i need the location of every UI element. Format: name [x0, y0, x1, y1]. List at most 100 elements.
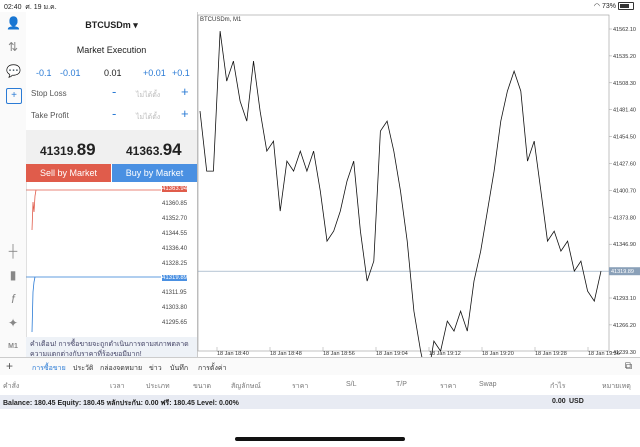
tab-history[interactable]: ประวัติ	[73, 363, 93, 374]
price-chart-svg: BTCUSDm, M1 41562.10 41535.20 41508.30 4148…	[197, 14, 640, 357]
mini-tick-label: 41344.55	[162, 230, 188, 237]
tab-mailbox[interactable]: กล่องจดหมาย	[100, 363, 142, 374]
mini-tick-label: 41352.70	[162, 215, 188, 222]
y-tick-label: 41373.80	[613, 215, 636, 221]
symbol-selector[interactable]: BTCUSDm ▾	[26, 20, 197, 31]
col-size: ขนาด	[193, 383, 212, 390]
bid-price-big: 89	[76, 140, 96, 159]
col-time: เวลา	[110, 383, 125, 390]
mini-tick-label: 41336.40	[162, 245, 188, 252]
indicator-icon[interactable]: f	[6, 292, 20, 306]
y-tick-label: 41535.20	[613, 54, 636, 60]
chat-icon[interactable]: 💬	[6, 64, 21, 78]
bid-price-main: 41319.	[40, 144, 77, 158]
mini-tick-chart: 41363.94 41360.85 41352.70 41344.55 41336.40…	[26, 182, 197, 337]
volume-value[interactable]: 0.01	[104, 68, 122, 78]
mini-tick-label: 41328.25	[162, 260, 188, 267]
col-type: ประเภท	[146, 383, 170, 390]
col-symbol: สัญลักษณ์	[231, 383, 261, 390]
order-panel: BTCUSDm ▾ Market Execution -0.1 -0.01 0.…	[26, 12, 198, 369]
new-order-icon[interactable]: +	[6, 88, 22, 104]
y-tick-label: 41562.10	[613, 27, 636, 33]
col-price: ราคา	[292, 383, 309, 390]
stop-loss-label: Stop Loss	[31, 89, 67, 98]
col-order: คำสั่ง	[3, 383, 20, 390]
candlestick-icon[interactable]: ▮	[6, 268, 20, 282]
ask-tick-trace	[31, 189, 37, 231]
chart-frame	[197, 14, 610, 352]
volume-inc-small-button[interactable]: +0.01	[143, 68, 166, 78]
plus-icon[interactable]: +	[6, 359, 13, 373]
execution-type[interactable]: Market Execution	[26, 45, 197, 55]
col-profit: กำไร	[550, 383, 566, 390]
mini-tick-label: 41319.89	[162, 275, 188, 282]
tab-news[interactable]: ข่าว	[149, 363, 162, 374]
y-tick-label: 41346.90	[613, 242, 636, 248]
mini-tick-label: 41360.85	[162, 200, 188, 207]
take-profit-plus-button[interactable]: +	[181, 106, 189, 121]
price-display: 41319.89 41363.94	[26, 130, 197, 164]
bid-price-tag-label: 41319.89	[611, 269, 634, 275]
left-toolbar: 👤 ⇅ 💬 + ┼ ▮ f ✦ M1	[0, 12, 27, 357]
stop-loss-plus-button[interactable]: +	[181, 84, 189, 99]
y-tick-label: 41454.50	[613, 135, 636, 141]
tab-settings[interactable]: การตั้งค่า	[198, 363, 227, 374]
stop-loss-minus-button[interactable]: -	[112, 84, 116, 99]
status-time: 02:40	[4, 4, 22, 11]
tab-journal[interactable]: บันทึก	[170, 363, 188, 374]
col-comment: หมายเหตุ	[602, 383, 631, 390]
mini-tick-label: 41295.65	[162, 320, 188, 327]
x-axis-ticks: 18 Jan 18:40 18 Jan 18:48 18 Jan 18:56 18 J…	[216, 347, 620, 357]
timeframe-icon[interactable]: M1	[6, 340, 20, 354]
take-profit-minus-button[interactable]: -	[112, 106, 116, 121]
volume-inc-large-button[interactable]: +0.1	[172, 68, 190, 78]
triangle-down-icon: ▾	[133, 20, 138, 30]
account-icon[interactable]: 👤	[6, 16, 21, 30]
layout-icon[interactable]: ⧉	[625, 361, 632, 372]
symbol-label: BTCUSDm	[85, 20, 131, 30]
trade-arrows-icon[interactable]: ⇅	[6, 40, 20, 54]
take-profit-label: Take Profit	[31, 111, 69, 120]
battery-percent: 73%	[601, 3, 616, 10]
balance-summary: Balance: 180.45 Equity: 180.45 หลักประกั…	[3, 400, 239, 407]
battery-icon	[618, 2, 634, 11]
total-profit: 0.00	[552, 398, 566, 405]
ask-price-big: 94	[162, 140, 182, 159]
y-tick-label: 41266.20	[613, 323, 636, 329]
bid-tick-trace	[31, 276, 36, 333]
mini-tick-label: 41311.95	[162, 290, 187, 297]
ask-price-main: 41363.	[126, 144, 163, 158]
bid-price: 41319.89	[40, 140, 96, 160]
col-tp: T/P	[396, 381, 407, 388]
take-profit-input[interactable]: ไม่ได้ตั้ง	[136, 112, 160, 123]
objects-icon[interactable]: ✦	[6, 316, 20, 330]
y-tick-label: 41427.60	[613, 162, 636, 168]
balance-row: Balance: 180.45 Equity: 180.45 หลักประกั…	[0, 395, 640, 409]
mini-tick-label: 41363.94	[162, 186, 188, 192]
trade-table-header: คำสั่ง เวลา ประเภท ขนาด สัญลักษณ์ ราคา S…	[0, 375, 640, 395]
price-chart[interactable]: BTCUSDm, M1 41562.10 41535.20 41508.30 4148…	[197, 12, 640, 357]
chart-title: BTCUSDm, M1	[200, 17, 242, 23]
sell-button[interactable]: Sell by Market	[26, 164, 111, 182]
status-date: ศ. 19 ม.ค.	[25, 4, 57, 11]
y-tick-label: 41481.40	[613, 108, 636, 114]
stop-loss-input[interactable]: ไม่ได้ตั้ง	[136, 90, 160, 101]
y-tick-label: 41508.30	[613, 81, 636, 87]
home-indicator	[235, 437, 405, 441]
currency: USD	[569, 398, 584, 405]
price-line	[199, 31, 602, 357]
col-sl: S/L	[346, 381, 357, 388]
tab-trade[interactable]: การซื้อขาย	[32, 363, 66, 374]
status-right: ◠ 73%	[594, 2, 634, 11]
mini-tick-label: 41303.80	[162, 305, 188, 312]
terminal-tabs: + การซื้อขาย ประวัติ กล่องจดหมาย ข่าว บั…	[0, 357, 640, 377]
y-tick-label: 41293.10	[613, 296, 636, 302]
y-tick-label: 41400.70	[613, 188, 636, 194]
y-axis-ticks: 41562.10 41535.20 41508.30 41481.40 41454.50…	[609, 27, 636, 356]
volume-dec-large-button[interactable]: -0.1	[36, 68, 52, 78]
buy-button[interactable]: Buy by Market	[112, 164, 197, 182]
col-price-current: ราคา	[440, 383, 457, 390]
crosshair-icon[interactable]: ┼	[6, 244, 20, 258]
col-swap: Swap	[479, 381, 497, 388]
volume-dec-small-button[interactable]: -0.01	[60, 68, 81, 78]
